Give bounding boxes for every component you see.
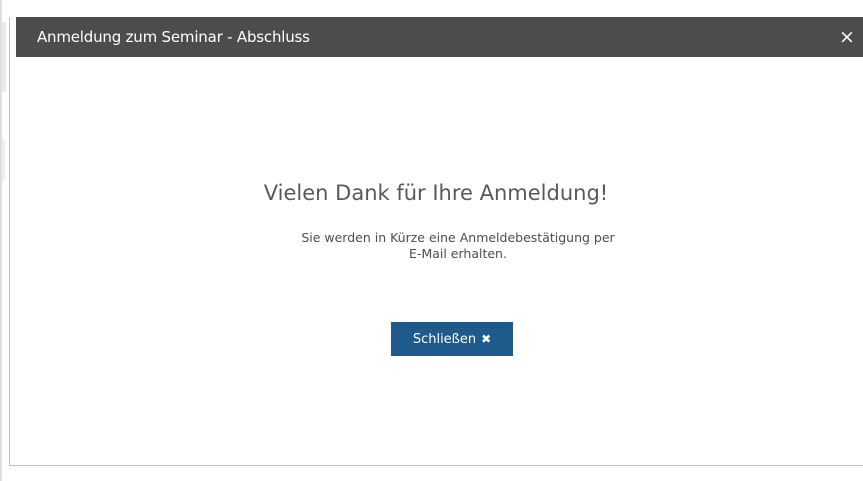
close-icon: ✖ (481, 332, 492, 346)
confirmation-message-line: Sie werden in Kürze eine Anmeldebestätig… (301, 230, 615, 245)
background-edge-mark (2, 140, 5, 180)
thank-you-heading: Vielen Dank für Ihre Anmeldung! (263, 181, 609, 205)
dialog-close-icon[interactable]: × (837, 17, 857, 57)
dialog-title: Anmeldung zum Seminar - Abschluss (37, 28, 310, 46)
confirmation-message: Sie werden in Kürze eine Anmeldebestätig… (240, 230, 676, 262)
close-button[interactable]: Schließen ✖ (391, 322, 513, 356)
background-edge-mark (2, 22, 6, 92)
confirmation-message-line: E-Mail erhalten. (409, 246, 507, 261)
dialog-titlebar: Anmeldung zum Seminar - Abschluss × (16, 17, 863, 57)
close-button-label: Schließen (412, 331, 477, 347)
